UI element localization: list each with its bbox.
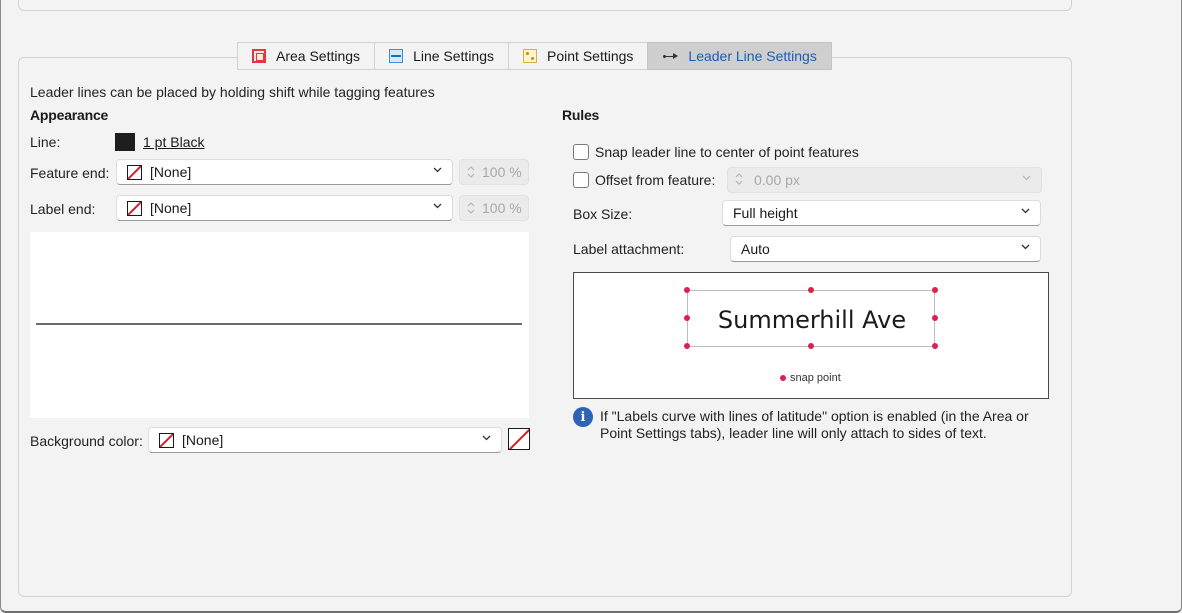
label-end-dropdown[interactable]: [None] [116, 195, 453, 221]
line-label: Line: [30, 134, 61, 150]
spinner-arrows-icon [464, 164, 478, 180]
snap-point [684, 315, 690, 321]
snap-point-legend-dot [780, 375, 786, 381]
box-size-label: Box Size: [573, 206, 633, 222]
tab-area-settings[interactable]: Area Settings [237, 42, 375, 70]
spinner-arrows-icon [464, 200, 478, 216]
chevron-down-icon [1021, 242, 1030, 251]
rules-heading: Rules [562, 107, 600, 123]
chevron-down-icon [433, 165, 442, 174]
feature-end-label: Feature end: [30, 165, 110, 181]
feature-end-dropdown[interactable]: [None] [116, 159, 453, 185]
none-icon [127, 200, 142, 216]
snap-option: Snap leader line to center of point feat… [573, 144, 859, 160]
line-settings-icon [389, 49, 404, 63]
offset-value-spinner[interactable]: 0.00 px [727, 167, 1042, 193]
snap-checkbox[interactable] [573, 144, 589, 160]
tab-label: Point Settings [547, 48, 634, 64]
line-preview [30, 232, 529, 418]
feature-end-percent: 100 % [482, 164, 522, 180]
snap-point [808, 287, 814, 293]
spinner-arrows-icon [734, 171, 748, 190]
snap-point [932, 315, 938, 321]
label-attachment-value: Auto [741, 241, 770, 257]
label-end-size-spinner[interactable]: 100 % [459, 195, 529, 221]
snap-point-legend: snap point [780, 372, 841, 384]
appearance-heading: Appearance [30, 107, 109, 123]
label-end-percent: 100 % [482, 200, 522, 216]
background-color-swatch-button[interactable] [508, 428, 530, 450]
offset-checkbox[interactable] [573, 172, 589, 188]
top-panel [18, 0, 1072, 11]
line-color-swatch[interactable] [115, 133, 135, 151]
preview-label-text: Summerhill Ave [717, 305, 907, 334]
box-size-value: Full height [733, 205, 798, 221]
background-color-dropdown[interactable]: [None] [148, 427, 502, 453]
none-icon [127, 164, 142, 180]
tab-label: Line Settings [413, 48, 495, 64]
chevron-down-icon [1022, 173, 1031, 182]
label-end-label: Label end: [30, 201, 96, 217]
snap-point-legend-label: snap point [790, 372, 841, 384]
leader-line-icon [662, 49, 679, 63]
none-icon [159, 432, 174, 448]
leader-line-description: Leader lines can be placed by holding sh… [30, 84, 435, 100]
settings-tabs: Area Settings Line Settings Point Settin… [237, 42, 832, 70]
background-color-value: [None] [182, 432, 224, 448]
snap-point [932, 287, 938, 293]
offset-value: 0.00 px [754, 172, 800, 188]
label-attachment-dropdown[interactable]: Auto [730, 236, 1041, 262]
chevron-down-icon [433, 201, 442, 210]
tab-label: Area Settings [276, 48, 361, 64]
feature-end-size-spinner[interactable]: 100 % [459, 159, 529, 185]
label-attachment-label: Label attachment: [573, 241, 685, 257]
snap-point [808, 343, 814, 349]
info-note: If "Labels curve with lines of latitude"… [600, 408, 1029, 441]
snap-point [684, 343, 690, 349]
area-settings-icon [252, 49, 266, 63]
line-style-link[interactable]: 1 pt Black [143, 134, 204, 150]
tab-point-settings[interactable]: Point Settings [508, 42, 648, 70]
tab-label: Leader Line Settings [688, 48, 817, 64]
preview-leader-line [36, 323, 522, 325]
feature-end-value: [None] [150, 164, 192, 180]
snap-point [684, 287, 690, 293]
attachment-preview: Summerhill Ave snap point [573, 272, 1049, 399]
tab-line-settings[interactable]: Line Settings [374, 42, 509, 70]
chevron-down-icon [482, 433, 491, 442]
tab-leader-line-settings[interactable]: Leader Line Settings [647, 42, 832, 70]
background-color-label: Background color: [30, 433, 143, 449]
snap-label: Snap leader line to center of point feat… [595, 144, 859, 160]
label-end-value: [None] [150, 200, 192, 216]
snap-point [932, 343, 938, 349]
box-size-dropdown[interactable]: Full height [722, 200, 1041, 226]
label-bounding-box: Summerhill Ave [687, 290, 935, 347]
point-settings-icon [523, 49, 538, 63]
chevron-down-icon [1021, 206, 1030, 215]
offset-label: Offset from feature: [595, 172, 716, 188]
offset-option: Offset from feature: [573, 172, 715, 188]
info-icon: i [573, 407, 593, 427]
